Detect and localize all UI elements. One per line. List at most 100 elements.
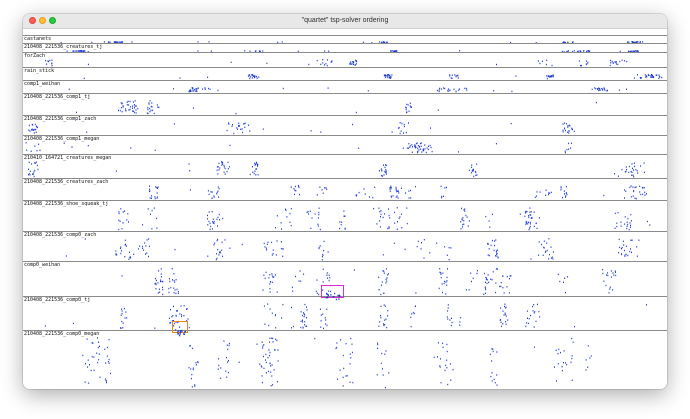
onset-dot [106,381,107,384]
onset-dot [430,146,432,149]
onset-dot [564,277,566,279]
onset-dot [86,338,88,340]
onset-dot [121,103,123,105]
onset-dot [625,190,627,192]
onset-dot [194,385,196,387]
onset-dot [33,129,35,131]
onset-dot [442,272,444,274]
onset-dot [557,273,559,276]
track-canvas[interactable]: castanets 210408_221536_creatures_tj forZa… [23,29,667,389]
track-lane[interactable]: forZach [23,52,667,67]
onset-dot [471,164,473,166]
onset-dot [505,315,507,317]
onset-dot [145,245,147,247]
onset-dot [158,288,160,290]
onset-dot [327,277,329,279]
onset-dot [505,306,507,308]
onset-dot [609,288,611,290]
onset-dot [134,100,136,102]
track-lane[interactable]: rain_stick [23,67,667,80]
onset-dot [578,60,580,62]
onset-dot [341,221,343,223]
onset-dot [122,222,124,224]
onset-dot [399,122,401,124]
onset-dot [369,196,370,198]
onset-dot [277,349,279,351]
onset-dot [135,105,137,107]
onset-dot [646,304,647,306]
onset-dot [269,274,271,276]
onset-dot [550,246,552,248]
onset-dot [379,226,381,228]
onset-dot [445,281,447,283]
onset-dot [346,375,348,377]
onset-dot [443,87,445,89]
onset-dot [562,123,564,125]
onset-dot [344,228,346,230]
onset-dot [496,255,498,257]
onset-dot [93,356,95,358]
onset-dot [261,381,263,384]
track-lane[interactable]: 210408_221536_comp0_tj [23,296,667,330]
onset-dot [385,164,386,166]
onset-dot [447,310,449,312]
onset-dot [195,88,197,90]
onset-dot [142,224,144,226]
onset-dot [173,305,174,308]
track-lane[interactable]: 210408_221536_comp1_megan [23,135,667,154]
onset-dot [263,367,265,370]
onset-dot [382,254,384,256]
onset-dot [394,211,396,214]
track-lane[interactable]: 210408_221536_comp0_zach [23,231,667,261]
onset-dot [120,246,122,248]
onset-dot [120,314,122,316]
track-lane[interactable]: comp0_weihan [23,261,667,296]
onset-dot [207,224,209,226]
onset-dot [439,365,441,367]
track-lane[interactable]: 210408_221536_comp1_zach [23,115,667,135]
onset-dot [415,292,417,294]
track-lane[interactable]: 210408_221536_creatures_tj [23,43,667,52]
title-bar[interactable]: "quartet" tsp-solver ordering [23,14,667,29]
onset-dot [616,222,618,224]
onset-dot [626,88,627,90]
selection-highlight-magenta[interactable] [321,285,344,301]
track-lane[interactable]: 210408_221536_creatures_zach [23,178,667,200]
onset-dot [447,90,449,92]
track-lane[interactable]: 210408_221536_shoe_squeak_tj [23,200,667,231]
onset-dot [328,274,330,276]
onset-dot [352,123,354,126]
onset-dot [605,284,607,287]
track-lane[interactable]: 210408_221536_comp0_megan [23,330,667,389]
onset-dot [339,227,341,230]
onset-dot [356,60,358,62]
onset-dot [264,277,266,280]
onset-dot [252,166,253,168]
onset-dot [344,215,346,217]
onset-dot [493,378,495,381]
onset-dot [546,242,548,244]
onset-dot [551,64,553,67]
onset-dot [132,107,133,109]
track-lane[interactable]: castanets [23,35,667,43]
onset-dot [390,187,392,189]
onset-dot [380,213,382,216]
onset-dot [630,239,632,241]
onset-dot [598,89,600,92]
track-lane[interactable]: 210410_164721_creatures_megan [23,154,667,178]
onset-dot [620,225,622,227]
onset-dot [251,77,253,79]
onset-dot [162,281,164,283]
onset-dot [397,190,398,192]
selection-highlight-orange[interactable] [172,321,188,337]
track-lane[interactable]: 210408_221536_comp1_tj [23,93,667,115]
track-lane[interactable]: comp1_weihan [23,80,667,93]
onset-dot [154,277,156,280]
onset-dot [633,162,635,164]
onset-dot [416,245,418,248]
window-title: "quartet" tsp-solver ordering [301,17,389,24]
onset-dot [216,191,218,194]
onset-dot [424,144,426,146]
onset-dot [566,193,568,196]
onset-dot [533,211,535,213]
